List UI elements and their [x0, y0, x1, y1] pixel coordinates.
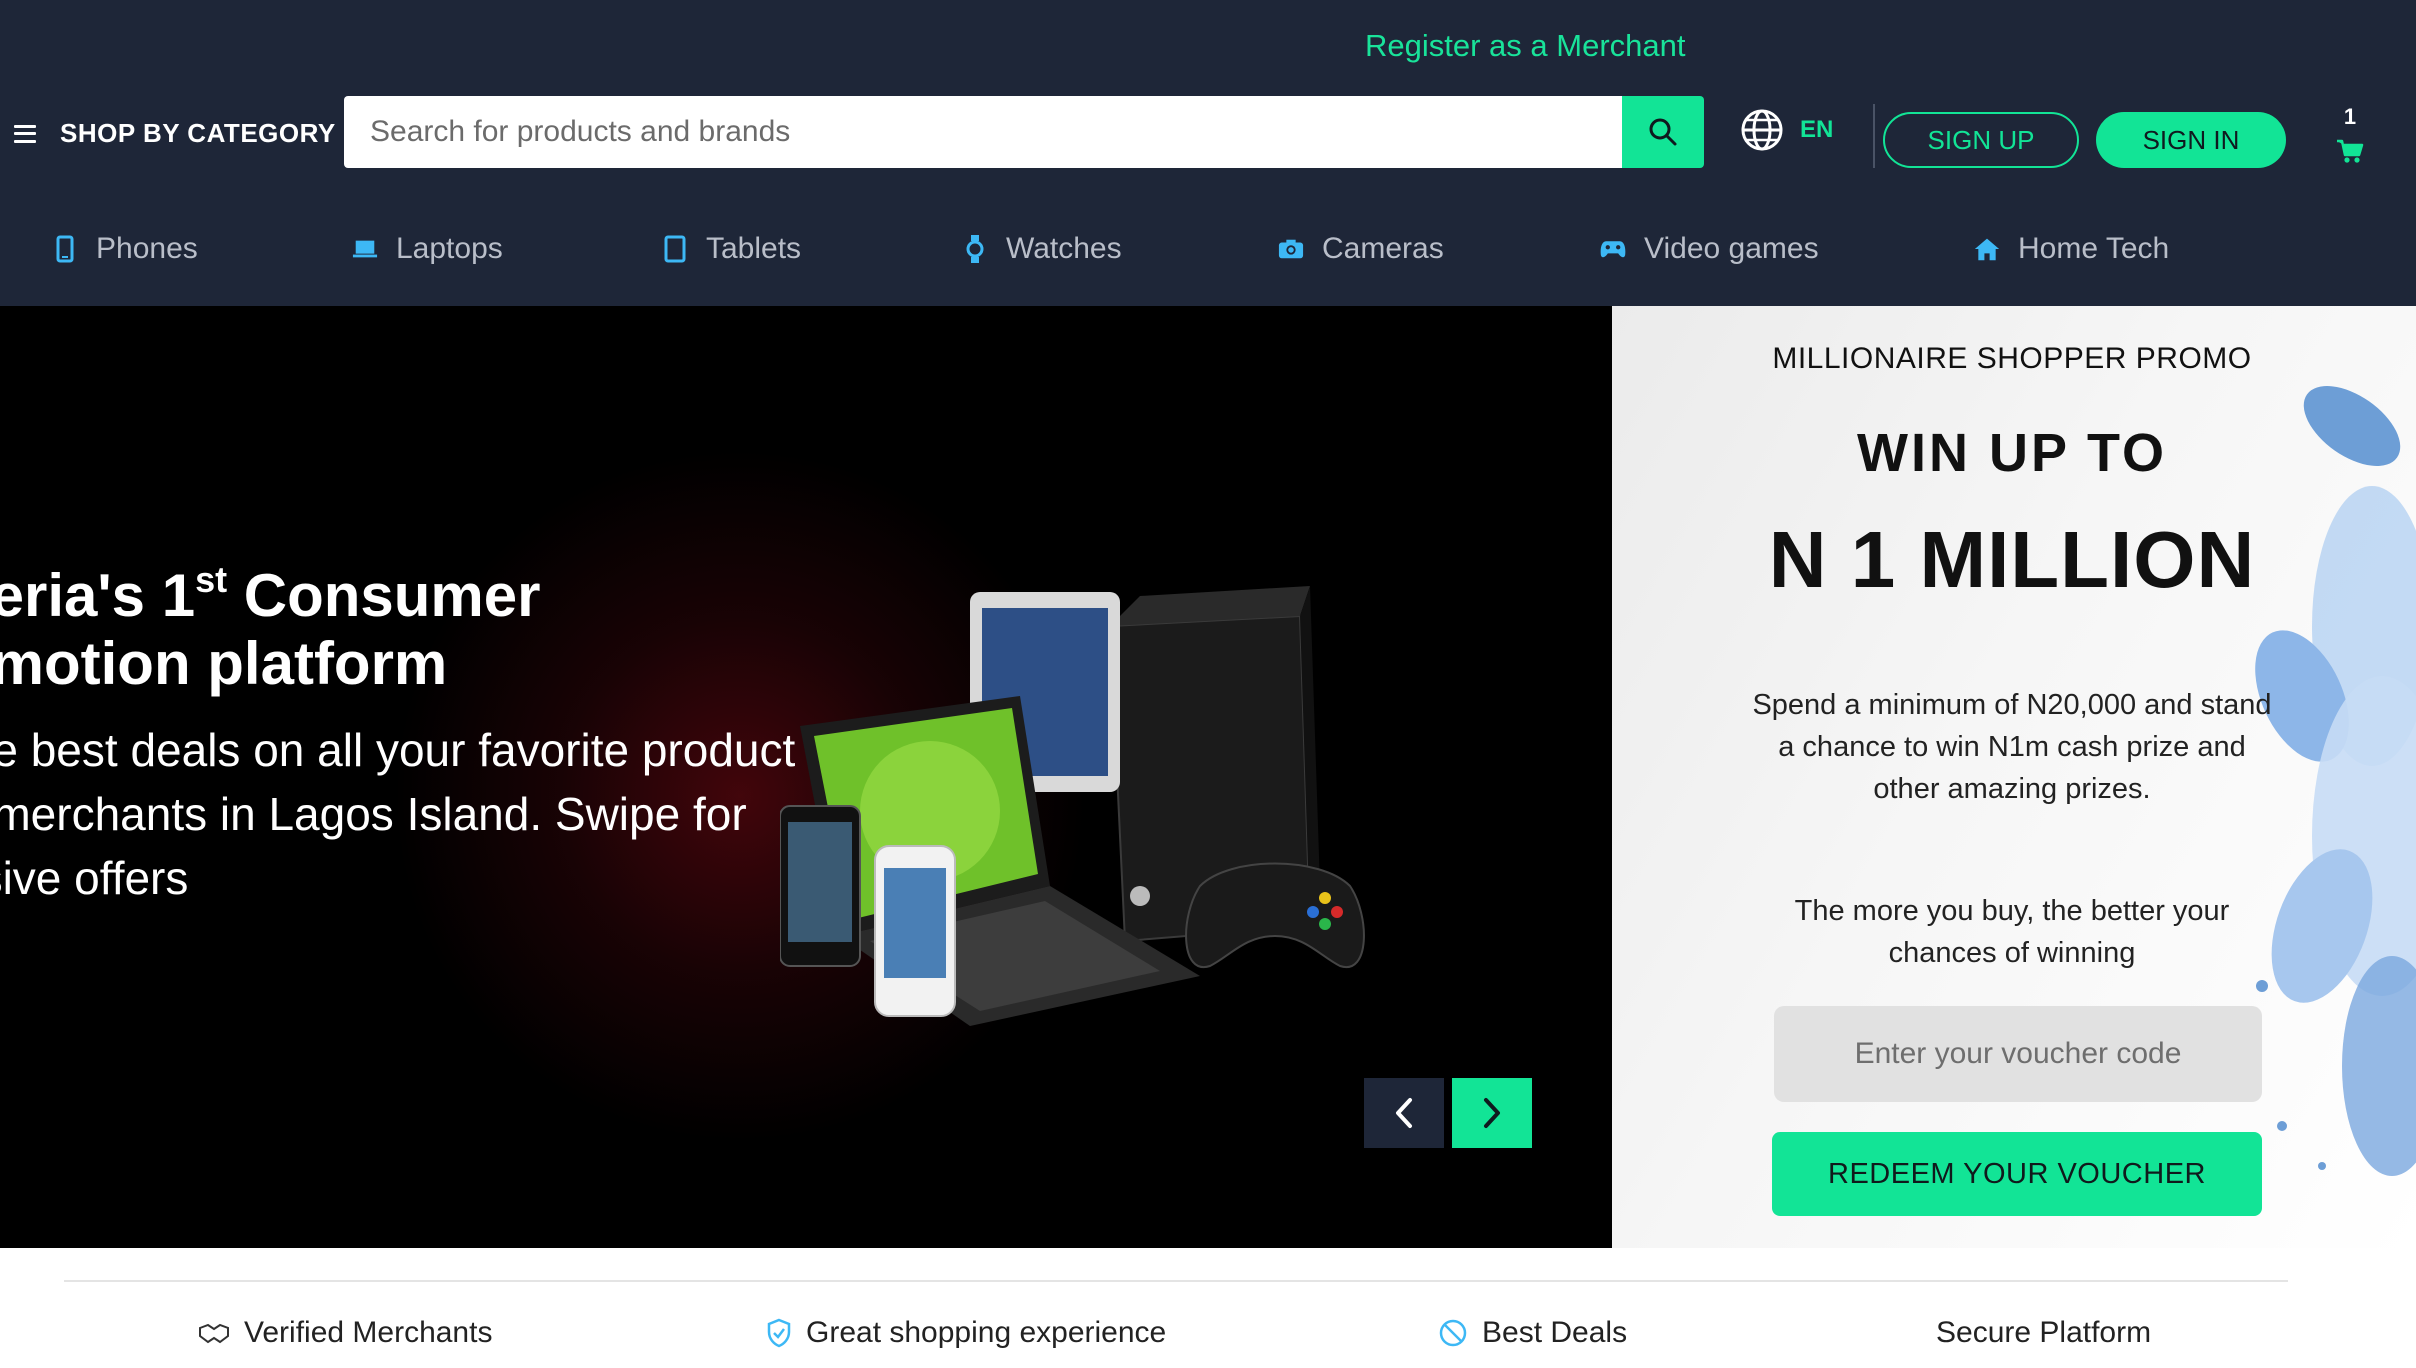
nav-item-laptops[interactable]: Laptops [352, 232, 503, 266]
header-divider [1873, 104, 1875, 168]
hero-title: geria's 1st Consumer omotion platform [0, 562, 541, 698]
nav-item-label: Laptops [396, 232, 503, 265]
nav-item-tablets[interactable]: Tablets [662, 232, 801, 266]
phone-icon [52, 234, 78, 264]
promo-panel: MILLIONAIRE SHOPPER PROMO WIN UP TO N 1 … [1612, 306, 2416, 1248]
top-header: Register as a Merchant SHOP BY CATEGORY … [0, 0, 2416, 306]
slider-prev-button[interactable] [1364, 1078, 1444, 1148]
nav-item-label: Cameras [1322, 232, 1444, 265]
promo-amount: N 1 MILLION [1768, 515, 2256, 604]
promo-label: MILLIONAIRE SHOPPER PROMO [1772, 342, 2252, 375]
chevron-left-icon [1396, 1098, 1412, 1128]
category-nav: Phones Laptops Tablets Watches Cameras V… [0, 222, 2416, 288]
hero-subtitle-line1: the best deals on all your favorite prod… [0, 724, 796, 776]
nav-item-label: Video games [1644, 232, 1819, 265]
search-icon [1649, 118, 1677, 146]
tablet-icon [662, 234, 688, 264]
search-input[interactable] [344, 96, 1622, 168]
hero-title-line2: omotion platform [0, 630, 448, 697]
promo-description-secondary: The more you buy, the better your chance… [1794, 895, 2230, 969]
camera-icon [1278, 234, 1304, 264]
redeem-voucher-button[interactable]: REDEEM YOUR VOUCHER [1772, 1132, 2262, 1216]
chevron-right-icon [1484, 1098, 1500, 1128]
promo-description: Spend a minimum of N20,000 and stand a c… [1752, 689, 2272, 805]
nav-item-watches[interactable]: Watches [962, 232, 1122, 266]
search-bar [344, 96, 1704, 168]
nav-item-home-tech[interactable]: Home Tech [1974, 232, 2169, 266]
hero-title-line1-pre: geria's 1 [0, 562, 196, 629]
hero-title-line1-post: Consumer [227, 562, 541, 629]
watch-icon [962, 234, 988, 264]
cart-icon [2337, 139, 2364, 163]
feature-verified-merchants: Verified Merchants [198, 1316, 492, 1350]
sign-in-button[interactable]: SIGN IN [2096, 112, 2286, 168]
feature-label: Great shopping experience [806, 1316, 1167, 1349]
cart-count-badge: 1 [2343, 104, 2357, 129]
language-selector[interactable]: EN [1740, 108, 1833, 152]
search-button[interactable] [1622, 96, 1704, 168]
hero-gadgets-image [780, 586, 1365, 1026]
hero-subtitle-line2: n merchants in Lagos Island. Swipe for [0, 788, 747, 840]
nav-item-video-games[interactable]: Video games [1600, 232, 1819, 266]
gamepad-icon [1600, 234, 1626, 264]
feature-label: Secure Platform [1936, 1316, 2152, 1349]
hero-subtitle: the best deals on all your favorite prod… [0, 718, 795, 910]
hero-title-sup: st [195, 559, 228, 600]
shop-by-category-button[interactable]: SHOP BY CATEGORY [14, 118, 336, 149]
cart-button[interactable]: 1 [2330, 104, 2370, 168]
handshake-icon [198, 1322, 230, 1344]
promo-win-heading: WIN UP TO [1856, 423, 2168, 483]
feature-label: Verified Merchants [244, 1316, 493, 1349]
sign-up-button[interactable]: SIGN UP [1883, 112, 2079, 168]
slider-next-button[interactable] [1452, 1078, 1532, 1148]
hero-subtitle-line3: usive offers [0, 852, 189, 904]
laptop-icon [352, 234, 378, 264]
nav-item-cameras[interactable]: Cameras [1278, 232, 1444, 266]
feature-label: Best Deals [1482, 1316, 1628, 1349]
globe-icon [1741, 109, 1783, 151]
nav-item-label: Home Tech [2018, 232, 2170, 265]
no-sign-icon [1438, 1318, 1468, 1348]
voucher-code-input[interactable] [1774, 1006, 2262, 1102]
feature-secure-platform: Secure Platform [1936, 1316, 2151, 1350]
nav-item-label: Watches [1006, 232, 1122, 265]
nav-item-label: Tablets [706, 232, 802, 265]
feature-great-shopping-experience: Great shopping experience [766, 1316, 1166, 1350]
feature-best-deals: Best Deals [1438, 1316, 1627, 1350]
features-divider [64, 1280, 2288, 1282]
home-icon [1974, 234, 2000, 264]
hamburger-icon [14, 124, 36, 143]
shop-by-category-label: SHOP BY CATEGORY [60, 118, 336, 148]
nav-item-label: Phones [96, 232, 198, 265]
nav-item-phones[interactable]: Phones [52, 232, 198, 266]
shield-check-icon [766, 1318, 792, 1348]
language-code: EN [1800, 116, 1834, 143]
hero-slider: geria's 1st Consumer omotion platform th… [0, 306, 1612, 1248]
register-merchant-link[interactable]: Register as a Merchant [1365, 28, 1685, 64]
